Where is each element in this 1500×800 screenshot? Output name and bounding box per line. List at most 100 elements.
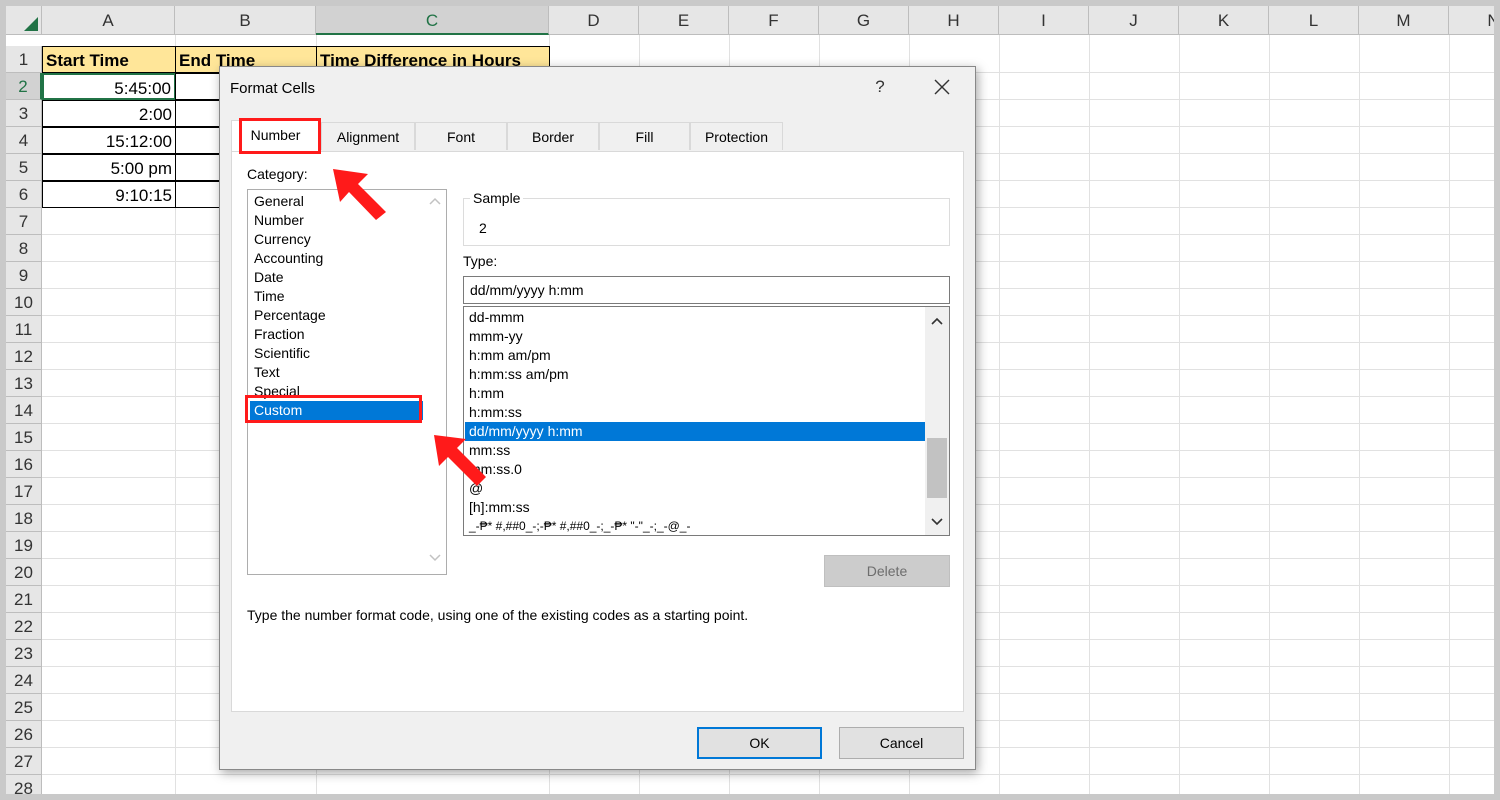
column-header-k[interactable]: K: [1179, 6, 1269, 35]
row-header-8[interactable]: 8: [6, 235, 42, 262]
row-header-10[interactable]: 10: [6, 289, 42, 316]
row-header-24[interactable]: 24: [6, 667, 42, 694]
cell-a3[interactable]: 2:00: [42, 100, 176, 127]
category-scroll-arrows: [429, 197, 441, 562]
scroll-down-icon: [429, 554, 441, 562]
category-date[interactable]: Date: [253, 268, 422, 287]
type-scroll-thumb[interactable]: [927, 438, 947, 498]
type-item[interactable]: h:mm am/pm: [465, 346, 929, 365]
select-all-triangle-icon: [24, 17, 38, 31]
cell-a4[interactable]: 15:12:00: [42, 127, 176, 154]
type-item[interactable]: @: [465, 479, 929, 498]
type-item[interactable]: mm:ss.0: [465, 460, 929, 479]
category-accounting[interactable]: Accounting: [253, 249, 422, 268]
delete-button[interactable]: Delete: [824, 555, 950, 587]
row-header-9[interactable]: 9: [6, 262, 42, 289]
type-item[interactable]: h:mm:ss am/pm: [465, 365, 929, 384]
column-header-n[interactable]: N: [1449, 6, 1494, 35]
category-fraction[interactable]: Fraction: [253, 325, 422, 344]
row-header-11[interactable]: 11: [6, 316, 42, 343]
type-item[interactable]: _-₱* #,##0_-;-₱* #,##0_-;_-₱* "-"_-;_-@_…: [465, 517, 929, 535]
cell-b3[interactable]: [175, 100, 225, 127]
cancel-button[interactable]: Cancel: [839, 727, 964, 759]
column-header-e[interactable]: E: [639, 6, 729, 35]
row-header-1[interactable]: 1: [6, 46, 42, 73]
category-time[interactable]: Time: [253, 287, 422, 306]
column-header-i[interactable]: I: [999, 6, 1089, 35]
column-header-j[interactable]: J: [1089, 6, 1179, 35]
dialog-title: Format Cells: [230, 80, 316, 97]
row-header-27[interactable]: 27: [6, 748, 42, 775]
row-header-21[interactable]: 21: [6, 586, 42, 613]
row-header-17[interactable]: 17: [6, 478, 42, 505]
row-header-16[interactable]: 16: [6, 451, 42, 478]
type-item[interactable]: mm:ss: [465, 441, 929, 460]
grid-col-line: [1089, 35, 1090, 794]
tab-border[interactable]: Border: [507, 122, 599, 150]
column-header-l[interactable]: L: [1269, 6, 1359, 35]
row-header-22[interactable]: 22: [6, 613, 42, 640]
cell-a5[interactable]: 5:00 pm: [42, 154, 176, 181]
close-button[interactable]: [926, 72, 958, 102]
tab-font[interactable]: Font: [415, 122, 507, 150]
row-header-23[interactable]: 23: [6, 640, 42, 667]
highlight-custom-category: [245, 395, 422, 423]
cell-a1[interactable]: Start Time: [42, 46, 176, 73]
type-scroll-arrows: [931, 317, 943, 526]
category-currency[interactable]: Currency: [253, 230, 422, 249]
row-header-19[interactable]: 19: [6, 532, 42, 559]
column-header-g[interactable]: G: [819, 6, 909, 35]
type-scrollbar[interactable]: [925, 307, 949, 535]
row-header-4[interactable]: 4: [6, 127, 42, 154]
row-header-12[interactable]: 12: [6, 343, 42, 370]
category-list[interactable]: General Number Currency Accounting Date …: [247, 189, 447, 575]
ok-button[interactable]: OK: [697, 727, 822, 759]
row-header-26[interactable]: 26: [6, 721, 42, 748]
column-header-c[interactable]: C: [316, 6, 549, 35]
category-scientific[interactable]: Scientific: [253, 344, 422, 363]
column-header-f[interactable]: F: [729, 6, 819, 35]
type-input[interactable]: dd/mm/yyyy h:mm: [463, 276, 950, 304]
cell-b6[interactable]: [175, 181, 225, 208]
tab-alignment[interactable]: Alignment: [321, 122, 415, 150]
category-scrollbar[interactable]: [424, 190, 446, 574]
grid-row-line: [42, 774, 1494, 775]
cell-b5[interactable]: [175, 154, 225, 181]
column-header-a[interactable]: A: [42, 6, 175, 35]
type-item[interactable]: h:mm:ss: [465, 403, 929, 422]
cell-b4[interactable]: [175, 127, 225, 154]
column-header-h[interactable]: H: [909, 6, 999, 35]
type-item[interactable]: [h]:mm:ss: [465, 498, 929, 517]
column-header-b[interactable]: B: [175, 6, 316, 35]
row-header-25[interactable]: 25: [6, 694, 42, 721]
type-list[interactable]: dd-mmm mmm-yy h:mm am/pm h:mm:ss am/pm h…: [463, 306, 950, 536]
help-button[interactable]: ?: [870, 77, 890, 97]
tab-protection[interactable]: Protection: [690, 122, 783, 150]
category-percentage[interactable]: Percentage: [253, 306, 422, 325]
row-header-7[interactable]: 7: [6, 208, 42, 235]
cell-b2[interactable]: [175, 73, 225, 100]
tab-fill[interactable]: Fill: [599, 122, 690, 150]
cell-a2[interactable]: 5:45:00: [42, 73, 176, 100]
sample-label: Sample: [470, 190, 524, 206]
type-item[interactable]: mmm-yy: [465, 327, 929, 346]
row-header-13[interactable]: 13: [6, 370, 42, 397]
type-item[interactable]: h:mm: [465, 384, 929, 403]
row-header-3[interactable]: 3: [6, 100, 42, 127]
row-header-18[interactable]: 18: [6, 505, 42, 532]
type-item-selected[interactable]: dd/mm/yyyy h:mm: [465, 422, 929, 441]
type-item[interactable]: dd-mmm: [465, 308, 929, 327]
select-all-corner[interactable]: [6, 6, 42, 35]
category-text[interactable]: Text: [253, 363, 422, 382]
row-header-20[interactable]: 20: [6, 559, 42, 586]
row-header-2[interactable]: 2: [6, 73, 42, 100]
cell-a6[interactable]: 9:10:15: [42, 181, 176, 208]
column-header-m[interactable]: M: [1359, 6, 1449, 35]
grid-col-line: [1269, 35, 1270, 794]
row-header-5[interactable]: 5: [6, 154, 42, 181]
row-header-14[interactable]: 14: [6, 397, 42, 424]
row-header-6[interactable]: 6: [6, 181, 42, 208]
row-header-15[interactable]: 15: [6, 424, 42, 451]
row-header-28[interactable]: 28: [6, 775, 42, 794]
column-header-d[interactable]: D: [549, 6, 639, 35]
